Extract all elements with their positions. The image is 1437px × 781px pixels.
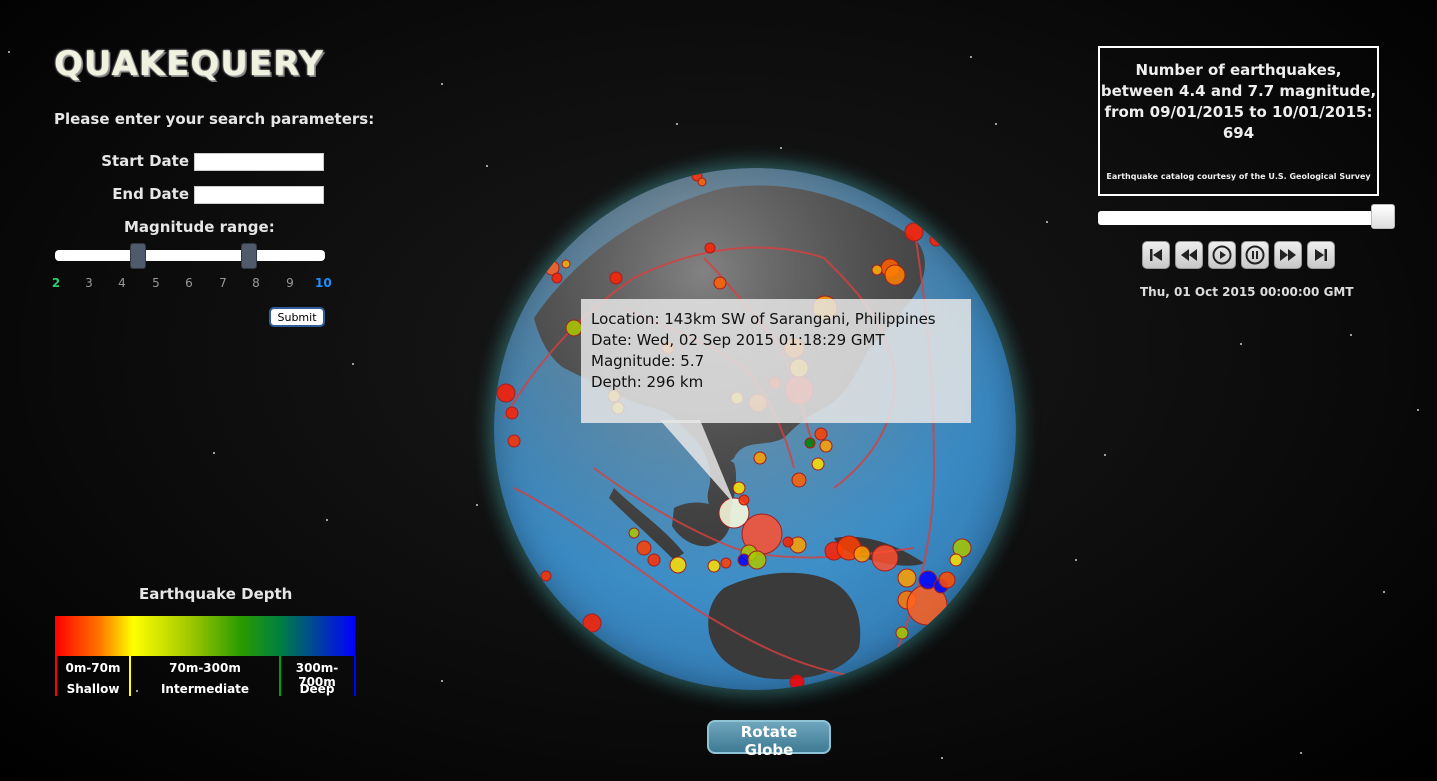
- start-date-label: Start Date: [101, 152, 189, 170]
- current-timestamp: Thu, 01 Oct 2015 00:00:00 GMT: [1140, 285, 1354, 299]
- magnitude-slider-track[interactable]: [55, 250, 325, 261]
- magnitude-min-handle[interactable]: [130, 243, 146, 269]
- rotate-globe-button[interactable]: Rotate Globe: [707, 720, 831, 759]
- skip-forward-icon[interactable]: [1307, 241, 1335, 269]
- summary-text: Number of earthquakes, between 4.4 and 7…: [1100, 60, 1377, 144]
- tooltip-pointer: [660, 420, 735, 505]
- end-date-label: End Date: [112, 185, 189, 203]
- tick-label: 9: [286, 276, 294, 290]
- pause-icon[interactable]: [1241, 241, 1269, 269]
- globe-map: [494, 168, 1016, 690]
- usgs-credit: Earthquake catalog courtesy of the U.S. …: [1106, 172, 1371, 181]
- summary-line: Number of earthquakes,: [1135, 61, 1342, 79]
- tick-label: 4: [118, 276, 126, 290]
- tick-label: 2: [51, 276, 61, 290]
- legend-name-intermediate: Intermediate: [160, 682, 250, 696]
- tick-label: 6: [185, 276, 193, 290]
- tick-label: 5: [152, 276, 160, 290]
- legend-name-deep: Deep: [299, 682, 335, 696]
- legend-range-intermediate: 70m-300m: [169, 661, 241, 675]
- tooltip-date: Date: Wed, 02 Sep 2015 01:18:29 GMT: [591, 331, 885, 349]
- submit-button[interactable]: Submit: [269, 307, 325, 327]
- magnitude-max-handle[interactable]: [241, 243, 257, 269]
- start-date-input[interactable]: [194, 153, 324, 171]
- summary-line: from 09/01/2015 to 10/01/2015:: [1104, 103, 1373, 121]
- magnitude-range-label: Magnitude range:: [124, 218, 275, 236]
- tick-label: 3: [85, 276, 93, 290]
- summary-box: Number of earthquakes, between 4.4 and 7…: [1098, 46, 1379, 196]
- tick-label: 8: [252, 276, 260, 290]
- tooltip-magnitude: Magnitude: 5.7: [591, 352, 705, 370]
- skip-back-icon[interactable]: [1142, 241, 1170, 269]
- search-prompt: Please enter your search parameters:: [54, 110, 375, 128]
- fast-forward-icon[interactable]: [1274, 241, 1302, 269]
- depth-legend-title: Earthquake Depth: [139, 585, 293, 603]
- timeline-slider-handle[interactable]: [1371, 204, 1395, 229]
- rewind-icon[interactable]: [1175, 241, 1203, 269]
- play-icon[interactable]: [1208, 241, 1236, 269]
- legend-name-shallow: Shallow: [66, 682, 120, 696]
- earthquake-count: 694: [1222, 124, 1255, 142]
- legend-range-shallow: 0m-70m: [65, 661, 121, 675]
- tick-label: 10: [315, 276, 332, 290]
- summary-line: between 4.4 and 7.7 magnitude,: [1100, 82, 1377, 100]
- earthquake-tooltip: Location: 143km SW of Sarangani, Philipp…: [581, 299, 971, 423]
- tick-label: 7: [219, 276, 227, 290]
- end-date-input[interactable]: [194, 186, 324, 204]
- tooltip-depth: Depth: 296 km: [591, 373, 704, 391]
- timeline-slider-track[interactable]: [1098, 211, 1378, 225]
- depth-color-scale: [55, 616, 355, 656]
- legend-divider: [354, 656, 356, 696]
- earth-globe[interactable]: [494, 168, 1016, 690]
- app-logo: QUAKEQUERY: [54, 44, 325, 84]
- tooltip-location: Location: 143km SW of Sarangani, Philipp…: [591, 310, 936, 328]
